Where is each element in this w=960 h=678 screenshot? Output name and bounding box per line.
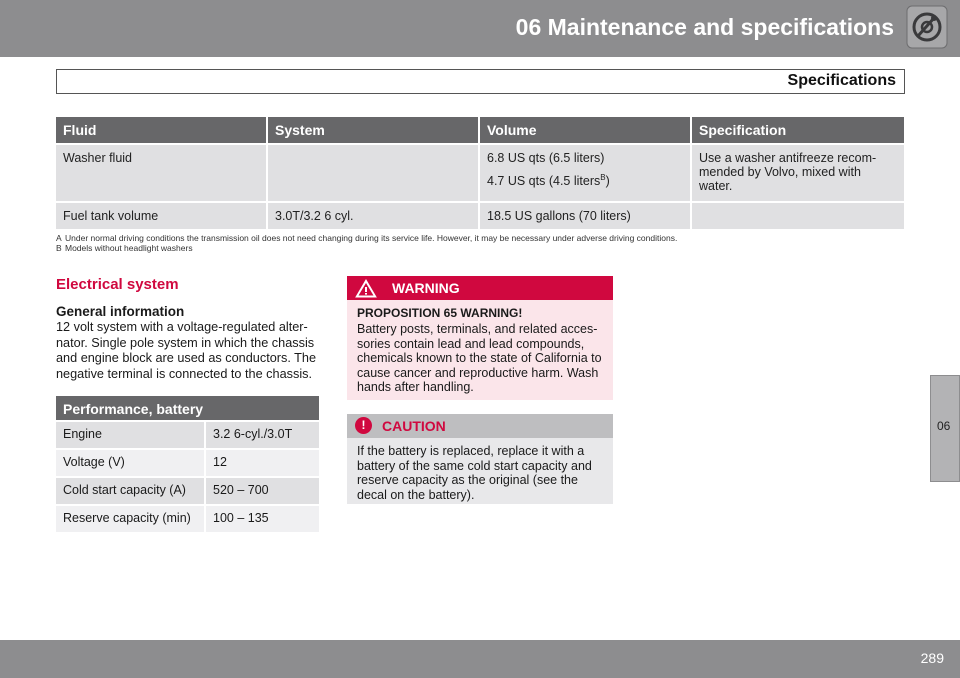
volume-text-end: ) <box>605 174 610 189</box>
column-header: Fluid <box>56 117 268 143</box>
table-row: Engine 3.2 6-cyl./3.0T <box>56 420 319 448</box>
caution-label: CAUTION <box>382 418 446 434</box>
row-label: Cold start capacity (A) <box>56 478 206 504</box>
battery-table: Performance, battery Engine 3.2 6-cyl./3… <box>56 396 319 532</box>
footnote: A Under normal driving conditions the tra… <box>56 233 677 243</box>
battery-rows: Engine 3.2 6-cyl./3.0T Voltage (V) 12 Co… <box>56 420 319 532</box>
footnote-text: Under normal driving conditions the tran… <box>65 233 678 243</box>
footnote-letter: A <box>56 233 62 243</box>
table-row: Cold start capacity (A) 520 – 700 <box>56 476 319 504</box>
table-cell <box>692 201 904 229</box>
table-row: Voltage (V) 12 <box>56 448 319 476</box>
row-value: 100 – 135 <box>206 506 319 532</box>
page-header: 06 Maintenance and specifications <box>0 0 960 57</box>
volume-value: 6.8 US qts (6.5 liters) <box>487 151 605 165</box>
body-paragraph: 12 volt system with a voltage-regulated … <box>56 320 317 381</box>
page-number: 289 <box>920 650 944 666</box>
row-value: 12 <box>206 450 319 476</box>
row-value: 3.2 6-cyl./3.0T <box>206 422 319 448</box>
gear-wrench-icon <box>906 5 948 49</box>
table-cell: Fuel tank volume <box>56 201 268 229</box>
row-label: Engine <box>56 422 206 448</box>
caution-box: ! CAUTION If the battery is replaced, re… <box>347 414 613 504</box>
table-cell: Washer fluid <box>56 143 268 201</box>
caution-text: If the battery is replaced, replace it w… <box>357 444 592 502</box>
table-cell: 3.0T/3.2 6 cyl. <box>268 201 480 229</box>
page-footer: 289 <box>0 640 960 678</box>
table-row: Fuel tank volume 3.0T/3.2 6 cyl. 18.5 US… <box>56 201 904 229</box>
footnote: B Models without headlight washers <box>56 243 677 253</box>
warning-triangle-icon <box>355 279 377 298</box>
row-label: Voltage (V) <box>56 450 206 476</box>
caution-header: ! CAUTION <box>347 414 613 438</box>
volume-value: 4.7 US qts (4.5 litersB) <box>487 173 683 188</box>
warning-text: Battery posts, terminals, and related ac… <box>357 322 602 394</box>
chapter-tab-label: 06 <box>937 419 951 433</box>
table-row: Washer fluid 6.8 US qts (6.5 liters) 4.7… <box>56 143 904 201</box>
row-label: Reserve capacity (min) <box>56 506 206 532</box>
table-cell: 18.5 US gallons (70 liters) <box>480 201 692 229</box>
fluid-table: Fluid System Volume Specification Washer… <box>56 117 904 229</box>
subsection-heading: General information <box>56 304 185 319</box>
table-row: Reserve capacity (min) 100 – 135 <box>56 504 319 532</box>
footnote-text: Models without headlight washers <box>65 243 193 253</box>
column-header: Volume <box>480 117 692 143</box>
table-header-row: Fluid System Volume Specification <box>56 117 904 143</box>
chapter-title: 06 Maintenance and specifications <box>515 14 894 40</box>
table-cell: 6.8 US qts (6.5 liters) 4.7 US qts (4.5 … <box>480 143 692 201</box>
section-bar: Specifications <box>56 69 905 94</box>
volume-text: 4.7 US qts (4.5 liters <box>487 174 601 189</box>
column-header: System <box>268 117 480 143</box>
footnote-letter: B <box>56 243 62 253</box>
battery-table-title: Performance, battery <box>56 396 319 420</box>
caution-exclamation-icon: ! <box>355 417 372 434</box>
row-value: 520 – 700 <box>206 478 319 504</box>
table-cell: Use a washer antifreeze recom-mended by … <box>692 143 904 201</box>
table-cell <box>268 143 480 201</box>
warning-subtitle: PROPOSITION 65 WARNING! <box>357 306 523 320</box>
warning-box: WARNING PROPOSITION 65 WARNING! Battery … <box>347 276 613 400</box>
warning-label: WARNING <box>392 280 460 296</box>
table-footnotes: A Under normal driving conditions the tra… <box>56 233 677 253</box>
warning-header: WARNING <box>347 276 613 300</box>
section-heading: Electrical system <box>56 276 179 293</box>
column-header: Specification <box>692 117 904 143</box>
section-title: Specifications <box>787 72 896 89</box>
chapter-tab[interactable]: 06 <box>930 375 960 482</box>
